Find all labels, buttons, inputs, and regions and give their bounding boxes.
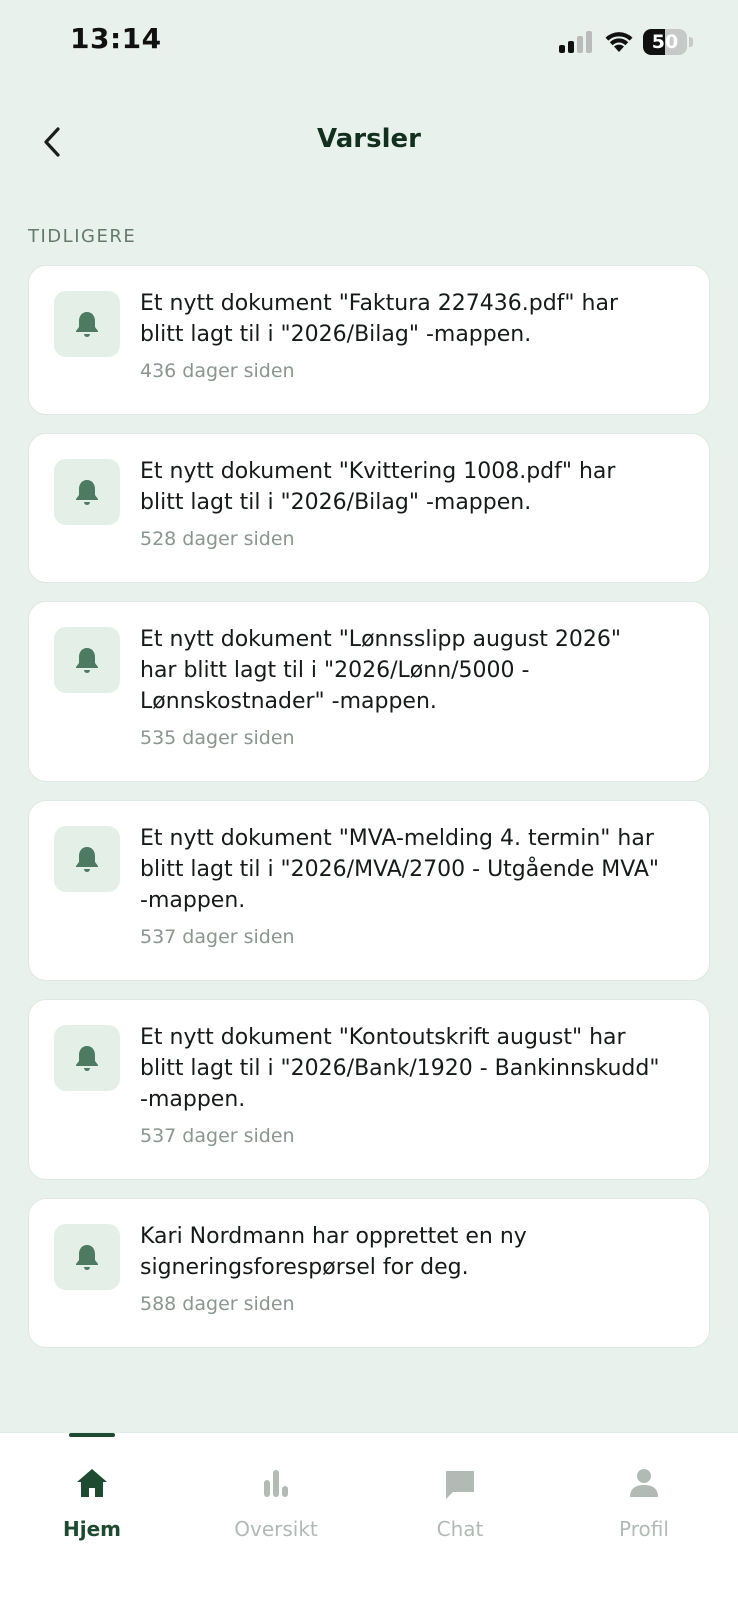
bell-icon bbox=[76, 1046, 98, 1071]
signal-icon bbox=[559, 31, 593, 53]
bar-chart-icon bbox=[264, 1470, 288, 1497]
notifications-screen: 13:14 50 Varsler TIDLIGERE Et nytt dokum… bbox=[0, 0, 738, 1600]
notification-message: Et nytt dokument "Faktura 227436.pdf" ha… bbox=[140, 291, 618, 347]
notification-icon-box bbox=[54, 1025, 120, 1091]
nav-item-profil[interactable]: Profil bbox=[552, 1433, 736, 1553]
notification-card[interactable]: Et nytt dokument "Kontoutskrift august" … bbox=[28, 999, 710, 1180]
notification-time: 537 dager siden bbox=[140, 926, 295, 948]
home-icon bbox=[77, 1469, 107, 1497]
nav-item-oversikt[interactable]: Oversikt bbox=[184, 1433, 368, 1553]
wifi-icon bbox=[603, 28, 635, 54]
status-bar: 13:14 50 bbox=[0, 0, 738, 84]
bottom-nav: Hjem Oversikt Chat Profil bbox=[0, 1432, 738, 1600]
nav-item-hjem[interactable]: Hjem bbox=[0, 1433, 184, 1553]
notification-card[interactable]: Et nytt dokument "Kvittering 1008.pdf" h… bbox=[28, 433, 710, 583]
page-title: Varsler bbox=[317, 124, 421, 154]
notification-card[interactable]: Et nytt dokument "Faktura 227436.pdf" ha… bbox=[28, 265, 710, 415]
notification-card[interactable]: Et nytt dokument "Lønnsslipp august 2026… bbox=[28, 601, 710, 782]
bell-icon bbox=[76, 312, 98, 337]
notification-time: 537 dager siden bbox=[140, 1125, 295, 1147]
notification-time: 436 dager siden bbox=[140, 360, 295, 382]
notification-time: 535 dager siden bbox=[140, 727, 295, 749]
notification-time: 528 dager siden bbox=[140, 528, 295, 550]
header: Varsler bbox=[0, 110, 738, 174]
notification-icon-box bbox=[54, 826, 120, 892]
notification-card[interactable]: Kari Nordmann har opprettet en ny signer… bbox=[28, 1198, 710, 1348]
battery-level: 50 bbox=[651, 31, 679, 53]
notification-icon-box bbox=[54, 291, 120, 357]
notification-message: Et nytt dokument "Lønnsslipp august 2026… bbox=[140, 627, 622, 714]
bell-icon bbox=[76, 648, 98, 673]
notification-message: Kari Nordmann har opprettet en ny signer… bbox=[140, 1224, 527, 1280]
notification-icon-box bbox=[54, 459, 120, 525]
nav-label-profil: Profil bbox=[619, 1517, 669, 1541]
notification-time: 588 dager siden bbox=[140, 1293, 295, 1315]
notification-icon-box bbox=[54, 627, 120, 693]
nav-item-chat[interactable]: Chat bbox=[368, 1433, 552, 1553]
chat-icon bbox=[446, 1471, 474, 1499]
nav-label-chat: Chat bbox=[436, 1517, 484, 1541]
notification-icon-box bbox=[54, 1224, 120, 1290]
nav-label-hjem: Hjem bbox=[63, 1517, 121, 1541]
section-label: TIDLIGERE bbox=[28, 226, 137, 247]
nav-label-oversikt: Oversikt bbox=[234, 1517, 318, 1541]
notification-message: Et nytt dokument "Kvittering 1008.pdf" h… bbox=[140, 459, 616, 515]
bell-icon bbox=[76, 480, 98, 505]
battery-icon: 50 bbox=[643, 29, 693, 55]
notification-message: Et nytt dokument "MVA-melding 4. termin"… bbox=[140, 826, 660, 913]
notification-card[interactable]: Et nytt dokument "MVA-melding 4. termin"… bbox=[28, 800, 710, 981]
bell-icon bbox=[76, 1245, 98, 1270]
active-tab-indicator bbox=[69, 1433, 115, 1437]
status-time: 13:14 bbox=[70, 22, 162, 55]
bell-icon bbox=[76, 847, 98, 872]
notification-message: Et nytt dokument "Kontoutskrift august" … bbox=[140, 1025, 660, 1112]
user-icon bbox=[630, 1469, 658, 1497]
